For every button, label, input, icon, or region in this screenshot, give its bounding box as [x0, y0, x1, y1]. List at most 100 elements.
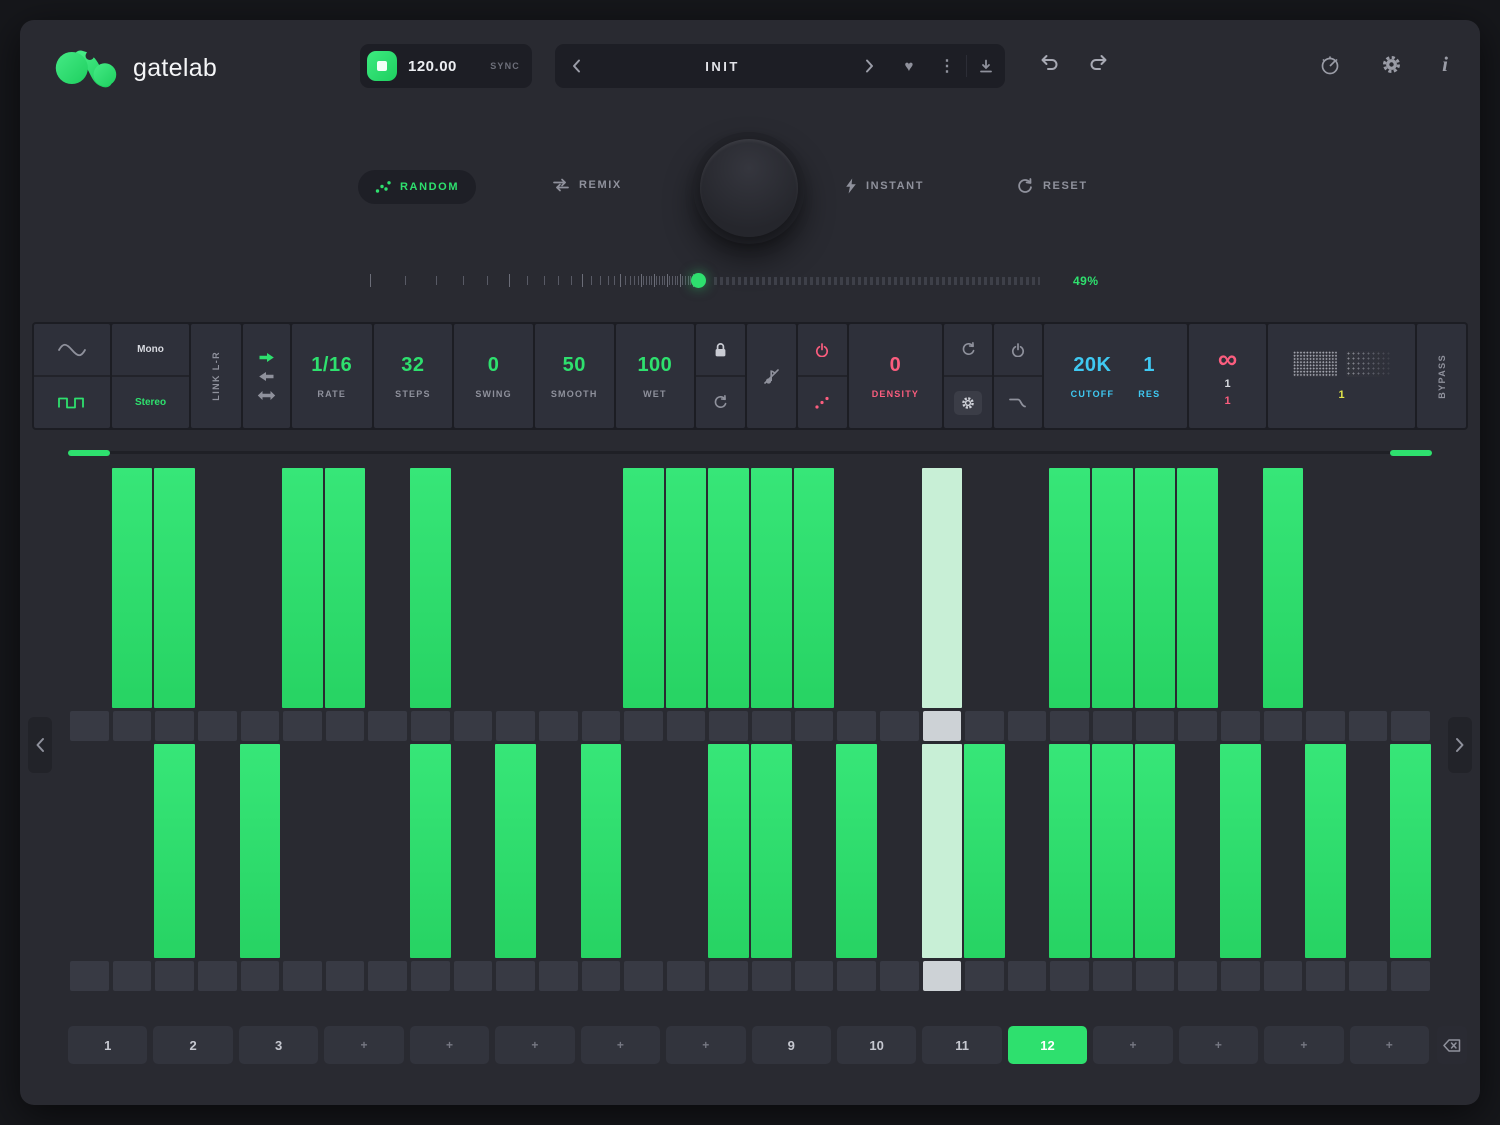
sine-shape-button[interactable]	[34, 324, 110, 375]
step-cell-22[interactable]	[965, 711, 1004, 741]
res-group[interactable]: 1RES	[1138, 354, 1160, 399]
loop-count-cell[interactable]: ∞ 1 1	[1189, 324, 1266, 428]
square-shape-button[interactable]	[34, 375, 110, 428]
gate-bar[interactable]	[1220, 744, 1261, 958]
gate-step-32[interactable]	[1389, 744, 1432, 958]
step-cell-4[interactable]	[198, 711, 237, 741]
step-cell-26[interactable]	[1136, 961, 1175, 991]
gate-step-25[interactable]	[1091, 468, 1134, 708]
step-cell-32[interactable]	[1391, 961, 1430, 991]
stop-button[interactable]	[367, 51, 397, 81]
step-cell-25[interactable]	[1093, 711, 1132, 741]
preset-prev-button[interactable]	[555, 44, 597, 88]
gate-step-15[interactable]	[665, 468, 708, 708]
gate-bar[interactable]	[154, 744, 195, 958]
step-cell-1[interactable]	[70, 711, 109, 741]
smooth-cell[interactable]: 50SMOOTH	[535, 324, 614, 428]
step-cell-11[interactable]	[496, 711, 535, 741]
gate-step-26[interactable]	[1134, 744, 1177, 958]
step-cell-15[interactable]	[667, 711, 706, 741]
swing-cell[interactable]: 0SWING	[454, 324, 533, 428]
gate-step-21[interactable]	[921, 468, 964, 708]
step-cell-28[interactable]	[1221, 711, 1260, 741]
step-cell-6[interactable]	[283, 961, 322, 991]
filter-settings-button[interactable]	[944, 375, 992, 428]
gate-step-32[interactable]	[1389, 468, 1432, 708]
gate-step-9[interactable]	[409, 744, 452, 958]
pattern-slot-12[interactable]: 12	[1008, 1026, 1087, 1064]
step-cell-18[interactable]	[795, 961, 834, 991]
gate-bar[interactable]	[240, 744, 281, 958]
redo-button[interactable]	[1088, 53, 1110, 74]
mute-note-cell[interactable]	[747, 324, 796, 428]
step-cell-14[interactable]	[624, 961, 663, 991]
step-cell-15[interactable]	[667, 961, 706, 991]
step-cell-3[interactable]	[155, 711, 194, 741]
wet-cell[interactable]: 100WET	[616, 324, 695, 428]
step-cell-20[interactable]	[880, 711, 919, 741]
swing-value[interactable]: 0	[488, 354, 500, 377]
gate-step-6[interactable]	[281, 744, 324, 958]
gate-step-23[interactable]	[1006, 744, 1049, 958]
step-cell-2[interactable]	[113, 711, 152, 741]
gate-step-31[interactable]	[1347, 744, 1390, 958]
gate-step-8[interactable]	[366, 744, 409, 958]
step-cell-8[interactable]	[368, 711, 407, 741]
pattern-slot-3[interactable]: 3	[239, 1026, 318, 1064]
step-cell-21[interactable]	[923, 711, 962, 741]
pattern-slot-6[interactable]: +	[495, 1026, 574, 1064]
step-cell-12[interactable]	[539, 711, 578, 741]
filter-refresh-button[interactable]	[944, 324, 992, 375]
step-cell-16[interactable]	[709, 711, 748, 741]
gate-step-1[interactable]	[68, 468, 111, 708]
gate-step-13[interactable]	[580, 744, 623, 958]
sequencer-prev-page-button[interactable]	[28, 717, 52, 773]
lock-button[interactable]	[696, 324, 745, 375]
step-cell-11[interactable]	[496, 961, 535, 991]
gate-step-2[interactable]	[111, 468, 154, 708]
gate-bar[interactable]	[623, 468, 664, 708]
steps-cell[interactable]: 32STEPS	[374, 324, 453, 428]
gate-step-13[interactable]	[580, 468, 623, 708]
cutoff-value[interactable]: 20K	[1073, 354, 1111, 377]
gate-length-slider[interactable]: 49%	[370, 266, 1130, 296]
remix-button[interactable]: REMIX	[552, 178, 622, 192]
gate-bar[interactable]	[708, 468, 749, 708]
pattern-slot-14[interactable]: +	[1179, 1026, 1258, 1064]
gate-step-28[interactable]	[1219, 744, 1262, 958]
arrow-left-icon[interactable]	[258, 371, 275, 382]
pattern-slot-5[interactable]: +	[410, 1026, 489, 1064]
step-cell-17[interactable]	[752, 711, 791, 741]
gate-step-22[interactable]	[963, 744, 1006, 958]
gate-step-16[interactable]	[707, 744, 750, 958]
infinity-icon[interactable]: ∞	[1218, 346, 1237, 373]
step-strip-top[interactable]	[68, 708, 1432, 744]
step-cell-19[interactable]	[837, 711, 876, 741]
gate-step-24[interactable]	[1048, 468, 1091, 708]
pattern-slot-15[interactable]: +	[1264, 1026, 1343, 1064]
gate-bar[interactable]	[1092, 468, 1133, 708]
gate-step-14[interactable]	[622, 468, 665, 708]
gate-step-27[interactable]	[1176, 744, 1219, 958]
rate-cell[interactable]: 1/16RATE	[292, 324, 372, 428]
pattern-slot-9[interactable]: 9	[752, 1026, 831, 1064]
gate-step-7[interactable]	[324, 468, 367, 708]
gate-step-12[interactable]	[537, 744, 580, 958]
gate-bar[interactable]	[1177, 468, 1218, 708]
bypass-toggle[interactable]: BYPASS	[1417, 324, 1466, 428]
gate-bar[interactable]	[282, 468, 323, 708]
gate-step-28[interactable]	[1219, 468, 1262, 708]
gate-step-18[interactable]	[793, 468, 836, 708]
gate-bar[interactable]	[410, 744, 451, 958]
step-cell-32[interactable]	[1391, 711, 1430, 741]
preset-name[interactable]: INIT	[597, 59, 848, 74]
steps-value[interactable]: 32	[401, 354, 424, 377]
step-cell-29[interactable]	[1264, 711, 1303, 741]
gate-step-31[interactable]	[1347, 468, 1390, 708]
reset-button[interactable]: RESET	[1017, 178, 1088, 194]
loop-refresh-button[interactable]	[696, 375, 745, 428]
gate-bar[interactable]	[1135, 468, 1176, 708]
step-cell-25[interactable]	[1093, 961, 1132, 991]
bpm-display[interactable]: 120.00	[408, 58, 457, 75]
gate-step-10[interactable]	[452, 744, 495, 958]
